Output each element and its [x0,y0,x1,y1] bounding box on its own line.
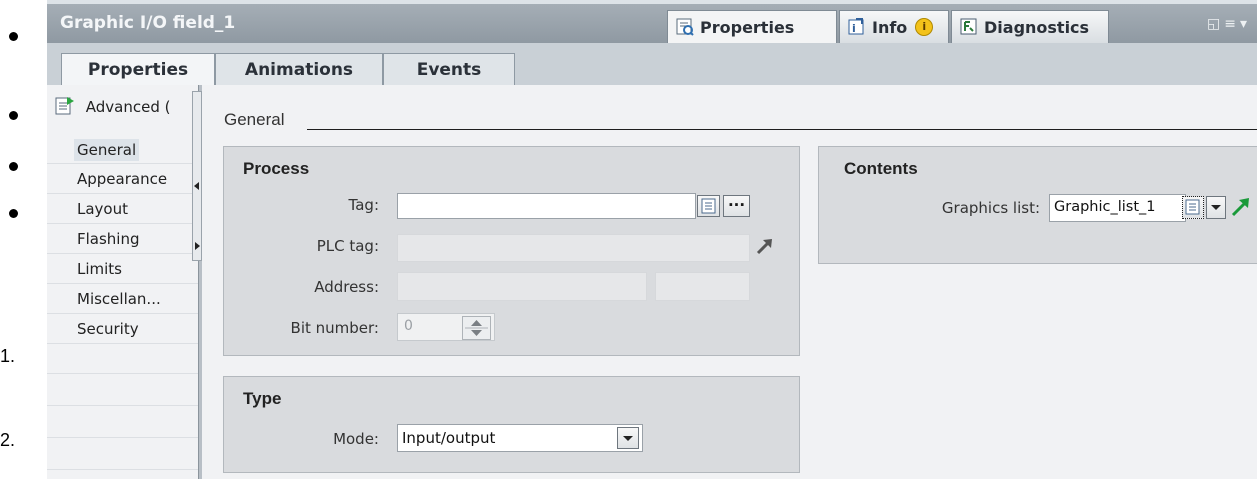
info-badge-icon: i [915,18,934,36]
list-bullet [9,162,18,171]
advanced-icon [55,95,75,119]
menu-icon[interactable]: ≡ [1224,16,1240,32]
bit-number-stepper[interactable]: 0 [397,313,495,341]
mode-dropdown-button[interactable] [617,427,639,449]
tag-input[interactable] [397,193,696,219]
nav-row-empty [47,439,198,470]
tag-browse-button[interactable]: ... [723,194,750,217]
window-title: Graphic I/O field_1 [60,13,236,33]
list-bullet [9,209,18,218]
nav-row[interactable]: Limits [47,253,198,284]
nav-item-miscellaneous[interactable]: Miscellan... [77,290,161,308]
chevron-down-icon[interactable]: ▾ [1240,16,1251,32]
bit-number-value: 0 [404,318,413,334]
subtab-bar: Properties Animations Events [47,43,1257,86]
advanced-header[interactable]: Advanced ( [55,95,171,119]
bit-number-label: Bit number: [290,319,379,337]
graphics-list-open-button[interactable] [1182,196,1204,219]
address-field [397,272,647,301]
nav-item-limits[interactable]: Limits [77,260,122,278]
contents-group-title: Contents [844,159,918,178]
list-number: 1. [0,346,16,366]
info-icon: i [848,18,866,36]
tab-info[interactable]: i Info i [839,10,949,43]
graphics-list-label: Graphics list: [941,199,1040,217]
svg-text:i: i [852,22,856,35]
address-label: Address: [314,278,379,296]
mode-select[interactable]: Input/output [397,424,643,452]
goto-arrow-green-icon[interactable] [1230,195,1252,223]
type-group: Type Mode: Input/output [223,376,800,473]
diagnostics-icon [960,18,978,36]
goto-arrow-icon[interactable] [755,236,775,260]
subtab-events[interactable]: Events [383,53,515,85]
tab-properties-label: Properties [700,17,795,37]
mode-value: Input/output [402,429,496,447]
subtab-properties[interactable]: Properties [61,53,215,86]
collapse-left-icon[interactable] [194,182,199,190]
mode-label: Mode: [333,430,379,448]
list-icon [1185,199,1200,215]
chevron-down-icon [623,436,633,441]
nav-row[interactable]: Layout [47,193,198,224]
plc-tag-label: PLC tag: [316,237,379,255]
list-number: 2. [0,430,16,450]
inspector-window: Graphic I/O field_1 Properties i Info i … [47,0,1257,479]
chevron-down-icon [1211,205,1221,210]
graphics-list-field[interactable]: Graphic_list_1 [1049,194,1186,222]
restore-icon[interactable]: ◱ [1207,16,1224,32]
nav-row-empty [47,375,198,406]
section-title: General [224,110,285,129]
nav-item-general[interactable]: General [74,139,140,161]
property-nav: Advanced ( General Appearance Layout Fla… [47,85,198,479]
spin-buttons[interactable] [462,316,491,340]
type-group-title: Type [243,389,282,408]
advanced-label: Advanced ( [85,98,171,116]
graphics-list-value: Graphic_list_1 [1054,199,1156,215]
nav-item-flashing[interactable]: Flashing [77,230,140,248]
tab-properties[interactable]: Properties [667,10,837,43]
window-titlebar: Graphic I/O field_1 Properties i Info i … [47,4,1257,43]
list-bullet [9,32,18,41]
properties-icon [676,18,694,36]
nav-row[interactable]: Security [47,313,198,344]
nav-row[interactable]: General [47,133,198,164]
expand-right-icon[interactable] [195,242,200,250]
process-group-title: Process [243,159,310,178]
nav-row-empty [47,407,198,438]
window-controls[interactable]: ◱≡▾ [1207,16,1251,32]
tab-info-label: Info [872,17,908,37]
splitter-handle[interactable] [192,91,202,261]
tab-diagnostics-label: Diagnostics [984,17,1090,37]
plc-tag-field [397,234,750,262]
nav-item-layout[interactable]: Layout [77,200,128,218]
nav-item-security[interactable]: Security [77,320,139,338]
tag-label: Tag: [348,196,379,214]
tab-diagnostics[interactable]: Diagnostics [951,10,1109,43]
nav-row[interactable]: Appearance [47,163,198,194]
list-icon [701,198,716,214]
tag-list-button[interactable] [697,195,720,217]
address-bit-field [655,272,750,301]
nav-row[interactable]: Flashing [47,223,198,254]
section-divider [307,129,1257,130]
properties-content: Advanced ( General Appearance Layout Fla… [47,85,1257,479]
contents-group: Contents Graphics list: Graphic_list_1 [818,146,1257,264]
process-group: Process Tag: ... PLC tag: Address: Bit n… [223,146,800,356]
list-bullet [9,111,18,120]
nav-row[interactable]: Miscellan... [47,283,198,314]
nav-item-appearance[interactable]: Appearance [77,170,167,188]
nav-row-empty [47,343,198,374]
subtab-animations[interactable]: Animations [215,53,383,85]
graphics-list-dropdown-button[interactable] [1206,196,1226,219]
